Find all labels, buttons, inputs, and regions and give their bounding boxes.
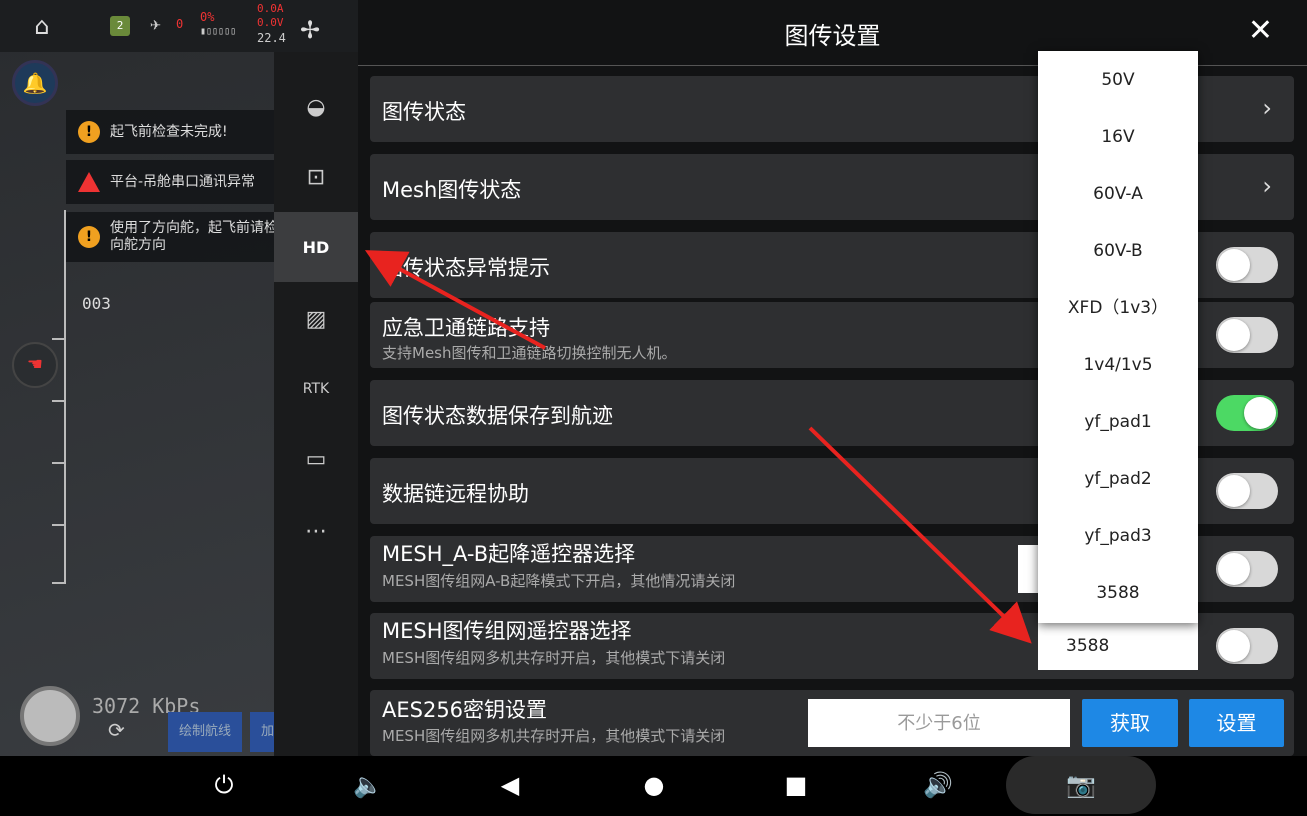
abnormal-prompt-toggle[interactable]: [1216, 247, 1278, 283]
get-key-button[interactable]: 获取: [1082, 699, 1178, 747]
alert-text: 起飞前检查未完成!: [110, 123, 228, 140]
ai-image-icon[interactable]: ▨: [274, 284, 358, 354]
volume-down-icon[interactable]: 🔈: [348, 770, 388, 800]
close-icon[interactable]: ✕: [1248, 14, 1273, 48]
remote-controller-icon[interactable]: ⊡: [274, 142, 358, 212]
aes-key-input[interactable]: [808, 699, 1070, 747]
chevron-right-icon: ›: [1262, 172, 1272, 200]
row-label: MESH_A-B起降遥控器选择: [382, 542, 636, 566]
system-nav-bar: ⏻ 🔈 ◀ ● ■ 🔊 📷: [0, 756, 1307, 816]
screenshot-button[interactable]: 📷: [1006, 756, 1156, 814]
readout-voltage: 0.0V: [257, 16, 284, 29]
altitude-ruler: [64, 210, 66, 584]
ruler-tick: [52, 524, 66, 526]
row-label: AES256密钥设置: [382, 698, 548, 722]
dropdown-option[interactable]: 60V-A: [1038, 166, 1198, 223]
row-label: 应急卫通链路支持: [382, 316, 550, 340]
set-key-button[interactable]: 设置: [1189, 699, 1284, 747]
warning-icon: !: [78, 121, 100, 143]
camera-switch-icon[interactable]: ⟳: [108, 718, 125, 742]
hand-icon: ☚: [26, 354, 44, 375]
row-sublabel: MESH图传组网多机共存时开启，其他模式下请关闭: [382, 727, 726, 745]
side-item-rtk[interactable]: RTK: [274, 354, 358, 424]
back-icon[interactable]: ◀: [490, 770, 530, 800]
alert-text-line2: 向舵方向: [110, 237, 166, 253]
row-label: 图传状态异常提示: [382, 256, 550, 280]
controller-dropdown-list: 50V 16V 60V-A 60V-B XFD（1v3） 1v4/1v5 yf_…: [1038, 51, 1198, 623]
dropdown-option[interactable]: yf_pad1: [1038, 394, 1198, 451]
more-settings-icon[interactable]: ⋯: [274, 496, 358, 566]
battery-icon[interactable]: ▭: [274, 424, 358, 494]
volume-up-icon[interactable]: 🔊: [918, 770, 958, 800]
dropdown-option[interactable]: yf_pad3: [1038, 508, 1198, 565]
row-label: 图传状态: [382, 100, 466, 124]
row-sublabel: MESH图传组网A-B起降模式下开启，其他情况请关闭: [382, 572, 736, 590]
dropdown-option[interactable]: 50V: [1038, 52, 1198, 109]
row-aes-key: AES256密钥设置 MESH图传组网多机共存时开启，其他模式下请关闭 获取 设…: [370, 690, 1294, 756]
panel-title: 图传设置: [784, 22, 881, 50]
side-item-hd[interactable]: HD: [274, 212, 358, 282]
readout-current: 0.0A: [257, 2, 284, 15]
gimbal-camera-icon[interactable]: ◒: [274, 72, 358, 142]
notification-count: 2: [116, 19, 124, 32]
warning-icon: !: [78, 226, 100, 248]
mesh-network-toggle[interactable]: [1216, 628, 1278, 664]
ruler-tick: [52, 338, 66, 340]
dropdown-option[interactable]: 1v4/1v5: [1038, 337, 1198, 394]
row-sublabel: 支持Mesh图传和卫通链路切换控制无人机。: [382, 344, 677, 362]
battery-bar-icon: ▮▯▯▯▯▯: [200, 26, 237, 37]
satellite-icon: ✈: [150, 14, 161, 35]
ruler-tick: [52, 582, 66, 584]
draw-route-button[interactable]: 绘制航线: [168, 712, 242, 752]
ruler-tick: [52, 400, 66, 402]
battery-percent: 0%: [200, 10, 215, 24]
row-label: 数据链远程协助: [382, 482, 529, 506]
shutter-button[interactable]: [20, 686, 80, 746]
alert-text: 平台-吊舱串口通讯异常: [110, 173, 256, 190]
drone-icon[interactable]: ✢: [300, 16, 320, 44]
row-sublabel: MESH图传组网多机共存时开启，其他模式下请关闭: [382, 649, 726, 667]
row-label: MESH图传组网遥控器选择: [382, 619, 632, 643]
recents-icon[interactable]: ■: [776, 770, 816, 800]
camera-icon: 📷: [1066, 771, 1096, 799]
row-label: Mesh图传状态: [382, 178, 522, 202]
alert-text-line1: 使用了方向舵，起飞前请检: [110, 220, 278, 236]
ruler-label: 003: [82, 294, 111, 313]
dropdown-option[interactable]: XFD（1v3）: [1038, 280, 1198, 337]
remote-assist-toggle[interactable]: [1216, 473, 1278, 509]
chevron-right-icon: ›: [1262, 94, 1272, 122]
satcom-toggle[interactable]: [1216, 317, 1278, 353]
notification-icon[interactable]: 2: [110, 16, 130, 36]
alarm-button[interactable]: 🔔: [12, 60, 58, 106]
save-track-toggle[interactable]: [1216, 395, 1278, 431]
error-icon: [78, 172, 100, 192]
dropdown-option[interactable]: yf_pad2: [1038, 451, 1198, 508]
alarm-bell-icon: 🔔: [22, 71, 48, 95]
settings-side-menu: ◒ ⊡ HD ▨ RTK ▭ ⋯: [274, 52, 358, 756]
readout-value: 22.4: [257, 31, 286, 45]
dropdown-option[interactable]: 3588: [1038, 565, 1198, 622]
row-label: 图传状态数据保存到航迹: [382, 404, 613, 428]
home-icon[interactable]: ⌂: [28, 12, 56, 40]
home-circle-icon[interactable]: ●: [634, 770, 674, 800]
mesh-network-select[interactable]: 3588: [1038, 622, 1198, 670]
mesh-ab-toggle[interactable]: [1216, 551, 1278, 587]
power-icon[interactable]: ⏻: [204, 770, 244, 800]
dropdown-option[interactable]: 16V: [1038, 109, 1198, 166]
satellite-count: 0: [176, 17, 184, 31]
dropdown-option[interactable]: 60V-B: [1038, 223, 1198, 280]
flight-status-bar: ⌂ 2 ✈ 0 0% ▮▯▯▯▯▯ 0.0A 0.0V 22.4 ✢: [0, 0, 358, 52]
ruler-tick: [52, 462, 66, 464]
manual-control-button[interactable]: ☚: [12, 342, 58, 388]
